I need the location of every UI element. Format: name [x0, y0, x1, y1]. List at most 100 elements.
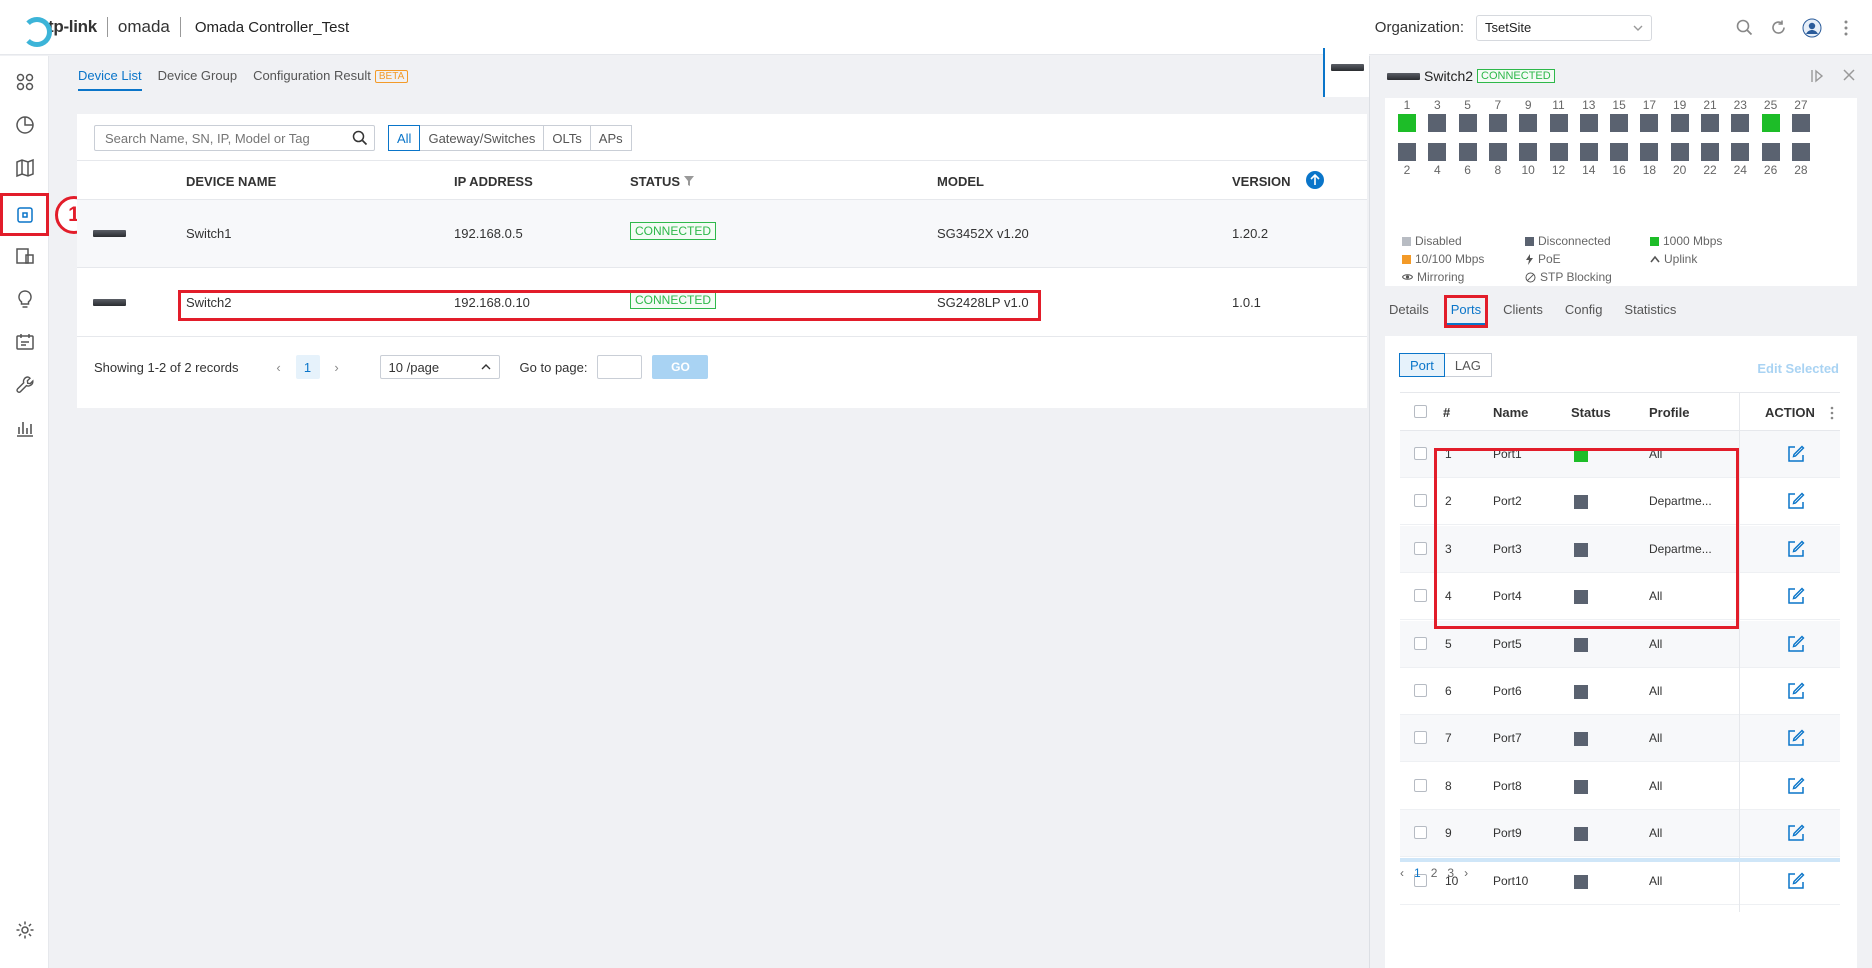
search-input[interactable] [105, 130, 345, 146]
nav-tools[interactable] [0, 367, 49, 403]
edit-icon[interactable] [1787, 729, 1805, 747]
page-1-button[interactable]: 1 [295, 355, 320, 379]
port-16-indicator[interactable] [1610, 143, 1629, 161]
tab-details[interactable]: Details [1385, 298, 1433, 325]
column-settings-icon[interactable] [1830, 406, 1834, 420]
header-device-name[interactable]: DEVICE NAME [186, 174, 276, 189]
filter-all[interactable]: All [388, 125, 421, 151]
port-row[interactable]: 9 Port9 All [1400, 810, 1840, 858]
filter-olts[interactable]: OLTs [543, 125, 591, 151]
nav-map[interactable] [0, 150, 49, 186]
port-1-indicator[interactable] [1398, 114, 1416, 132]
port-20-indicator[interactable] [1670, 143, 1689, 161]
header-status[interactable]: STATUS [630, 174, 694, 189]
port-2-indicator[interactable] [1398, 143, 1416, 161]
close-icon[interactable] [1842, 68, 1856, 82]
edit-icon[interactable] [1787, 682, 1805, 700]
nav-statistics[interactable] [0, 107, 49, 143]
port-4-indicator[interactable] [1428, 143, 1447, 161]
port-25-indicator[interactable] [1761, 114, 1780, 132]
next-page-button[interactable]: › [327, 356, 347, 378]
header-model[interactable]: MODEL [937, 174, 984, 189]
tab-clients[interactable]: Clients [1499, 298, 1547, 325]
port-21-indicator[interactable] [1701, 114, 1719, 132]
tab-configuration-result[interactable]: Configuration Result BETA [253, 68, 409, 91]
goto-page-input[interactable] [597, 355, 643, 379]
nav-insights[interactable] [0, 281, 49, 317]
more-vertical-icon[interactable] [1836, 18, 1856, 38]
edit-icon[interactable] [1787, 777, 1805, 795]
row-checkbox[interactable] [1414, 684, 1427, 697]
tab-device-list[interactable]: Device List [78, 68, 142, 91]
prev-page-button[interactable]: ‹ [269, 356, 289, 378]
collapse-panel-icon[interactable] [1810, 68, 1826, 84]
search-icon[interactable] [352, 130, 368, 146]
edit-icon[interactable] [1787, 540, 1805, 558]
tab-config[interactable]: Config [1561, 298, 1607, 325]
nav-clients[interactable] [0, 238, 49, 274]
edit-icon[interactable] [1787, 445, 1805, 463]
select-all-checkbox[interactable] [1414, 405, 1427, 418]
row-checkbox[interactable] [1414, 826, 1427, 840]
port-14-indicator[interactable] [1579, 143, 1598, 161]
port-24-indicator[interactable] [1731, 143, 1750, 161]
user-avatar-icon[interactable] [1802, 18, 1822, 38]
nav-logs[interactable] [0, 324, 49, 360]
next-page-button[interactable]: › [1464, 866, 1468, 880]
header-ip-address[interactable]: IP ADDRESS [454, 174, 533, 189]
port-26-indicator[interactable] [1761, 143, 1780, 161]
table-row[interactable]: Switch1 192.168.0.5 CONNECTED SG3452X v1… [77, 200, 1367, 268]
port-10-indicator[interactable] [1519, 143, 1538, 161]
nav-reports[interactable] [0, 410, 49, 446]
port-23-indicator[interactable] [1731, 114, 1750, 132]
edit-selected-button[interactable]: Edit Selected [1757, 361, 1839, 376]
row-checkbox[interactable] [1414, 494, 1427, 508]
port-9-indicator[interactable] [1519, 114, 1538, 132]
edit-icon[interactable] [1787, 587, 1805, 605]
prev-page-button[interactable]: ‹ [1400, 866, 1404, 880]
header-version[interactable]: VERSION [1232, 174, 1291, 189]
edit-icon[interactable] [1787, 492, 1805, 510]
edit-icon[interactable] [1787, 824, 1805, 842]
port-8-indicator[interactable] [1488, 143, 1507, 161]
port-row[interactable]: 8 Port8 All [1400, 763, 1840, 810]
row-checkbox[interactable] [1414, 589, 1427, 603]
row-checkbox[interactable] [1414, 778, 1427, 792]
port-11-indicator[interactable] [1549, 114, 1568, 132]
row-checkbox[interactable] [1414, 541, 1427, 555]
nav-devices[interactable] [0, 193, 49, 236]
row-checkbox[interactable] [1414, 636, 1427, 650]
port-27-indicator[interactable] [1791, 114, 1810, 132]
nav-settings[interactable] [0, 912, 49, 948]
refresh-icon[interactable] [1768, 18, 1788, 38]
port-7-indicator[interactable] [1488, 114, 1507, 132]
port-12-indicator[interactable] [1549, 143, 1568, 161]
filter-funnel-icon[interactable] [683, 176, 694, 186]
edit-icon[interactable] [1787, 635, 1805, 653]
port-15-indicator[interactable] [1610, 114, 1629, 132]
port-17-indicator[interactable] [1640, 114, 1659, 132]
segment-lag[interactable]: LAG [1443, 353, 1492, 377]
port-3-indicator[interactable] [1428, 114, 1447, 132]
port-18-indicator[interactable] [1640, 143, 1659, 161]
port-19-indicator[interactable] [1670, 114, 1689, 132]
horizontal-scrollbar[interactable] [1400, 858, 1840, 862]
port-13-indicator[interactable] [1579, 114, 1598, 132]
row-checkbox[interactable] [1414, 447, 1427, 460]
edit-icon[interactable] [1787, 872, 1805, 890]
page-size-select[interactable]: 10 /page [379, 355, 500, 379]
port-5-indicator[interactable] [1458, 114, 1477, 132]
org-dropdown[interactable]: TsetSite [1476, 14, 1652, 41]
page-1-button[interactable]: 1 [1414, 866, 1421, 880]
page-2-button[interactable]: 2 [1431, 866, 1438, 880]
port-row[interactable]: 6 Port6 All [1400, 668, 1840, 715]
port-row[interactable]: 10 Port10 All [1400, 858, 1840, 905]
filter-aps[interactable]: APs [589, 125, 632, 151]
row-checkbox[interactable] [1414, 731, 1427, 745]
tab-ports[interactable]: Ports [1443, 295, 1489, 328]
page-3-button[interactable]: 3 [1447, 866, 1454, 880]
port-row[interactable]: 7 Port7 All [1400, 715, 1840, 763]
search-icon[interactable] [1734, 18, 1754, 38]
port-22-indicator[interactable] [1701, 143, 1719, 161]
go-button[interactable]: GO [652, 355, 709, 379]
